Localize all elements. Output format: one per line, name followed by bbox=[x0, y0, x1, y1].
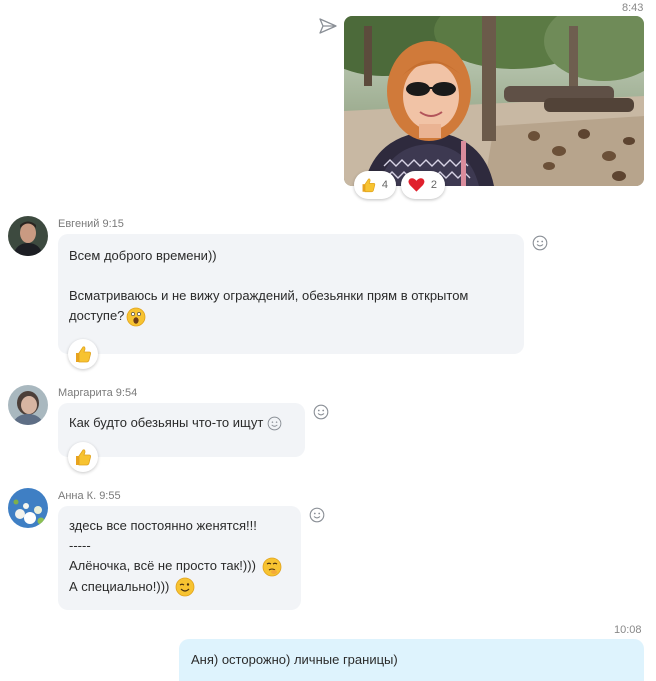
avatar-margarita[interactable] bbox=[8, 385, 48, 425]
message-text: Всем доброго времени)) bbox=[69, 248, 217, 263]
message-text: Как будто обезьяны что-то ищут bbox=[69, 413, 294, 433]
add-reaction-icon[interactable] bbox=[309, 507, 325, 523]
sender-name: Евгений 9:15 bbox=[58, 218, 124, 230]
message-text: Всматриваюсь и не вижу ограждений, обезь… bbox=[69, 288, 469, 303]
chat-view: 8:43 4 2 Евгений 9:15 Всем доброго време… bbox=[0, 0, 656, 681]
outgoing-message-bubble[interactable]: Аня) осторожно) личные границы) bbox=[179, 639, 644, 681]
message-text: Аня) осторожно) личные границы) bbox=[191, 652, 398, 667]
sent-status-icon bbox=[319, 18, 337, 34]
add-reaction-icon[interactable] bbox=[532, 235, 548, 251]
message-reaction[interactable] bbox=[68, 339, 98, 369]
thinking-emoji-icon bbox=[262, 557, 281, 576]
reaction-heart[interactable]: 2 bbox=[401, 171, 445, 199]
message-text: А специально!))) bbox=[69, 577, 290, 598]
message-blank-line bbox=[69, 266, 513, 286]
reaction-thumbs-up[interactable]: 4 bbox=[354, 171, 396, 199]
thumbs-up-icon bbox=[362, 178, 376, 193]
message-text: Алёночка, всё не просто так!))) bbox=[69, 556, 290, 577]
reaction-count: 2 bbox=[430, 179, 437, 191]
wink-emoji-icon bbox=[175, 577, 195, 597]
heart-icon bbox=[408, 178, 425, 192]
smile-emoji-icon bbox=[267, 416, 282, 431]
add-reaction-icon[interactable] bbox=[313, 404, 329, 420]
shared-photo[interactable] bbox=[344, 16, 644, 186]
message-reaction[interactable] bbox=[68, 442, 98, 472]
outgoing-message-time: 10:08 bbox=[614, 624, 642, 636]
message-text: здесь все постоянно женятся!!! bbox=[69, 518, 257, 533]
thumbs-up-icon bbox=[76, 346, 91, 363]
shocked-emoji-icon bbox=[127, 307, 146, 326]
reaction-count: 4 bbox=[381, 179, 388, 191]
message-bubble[interactable]: здесь все постоянно женятся!!! ----- Алё… bbox=[58, 506, 301, 610]
sender-name: Маргарита 9:54 bbox=[58, 387, 138, 399]
thumbs-up-icon bbox=[76, 449, 91, 466]
message-bubble[interactable]: Всем доброго времени)) Всматриваюсь и не… bbox=[58, 234, 524, 354]
avatar-evgeny[interactable] bbox=[8, 216, 48, 256]
message-text: доступе? bbox=[69, 306, 513, 327]
sender-name: Анна К. 9:55 bbox=[58, 490, 121, 502]
photo-message-time: 8:43 bbox=[622, 2, 644, 14]
avatar-anna[interactable] bbox=[8, 488, 48, 528]
message-text: ----- bbox=[69, 538, 91, 553]
